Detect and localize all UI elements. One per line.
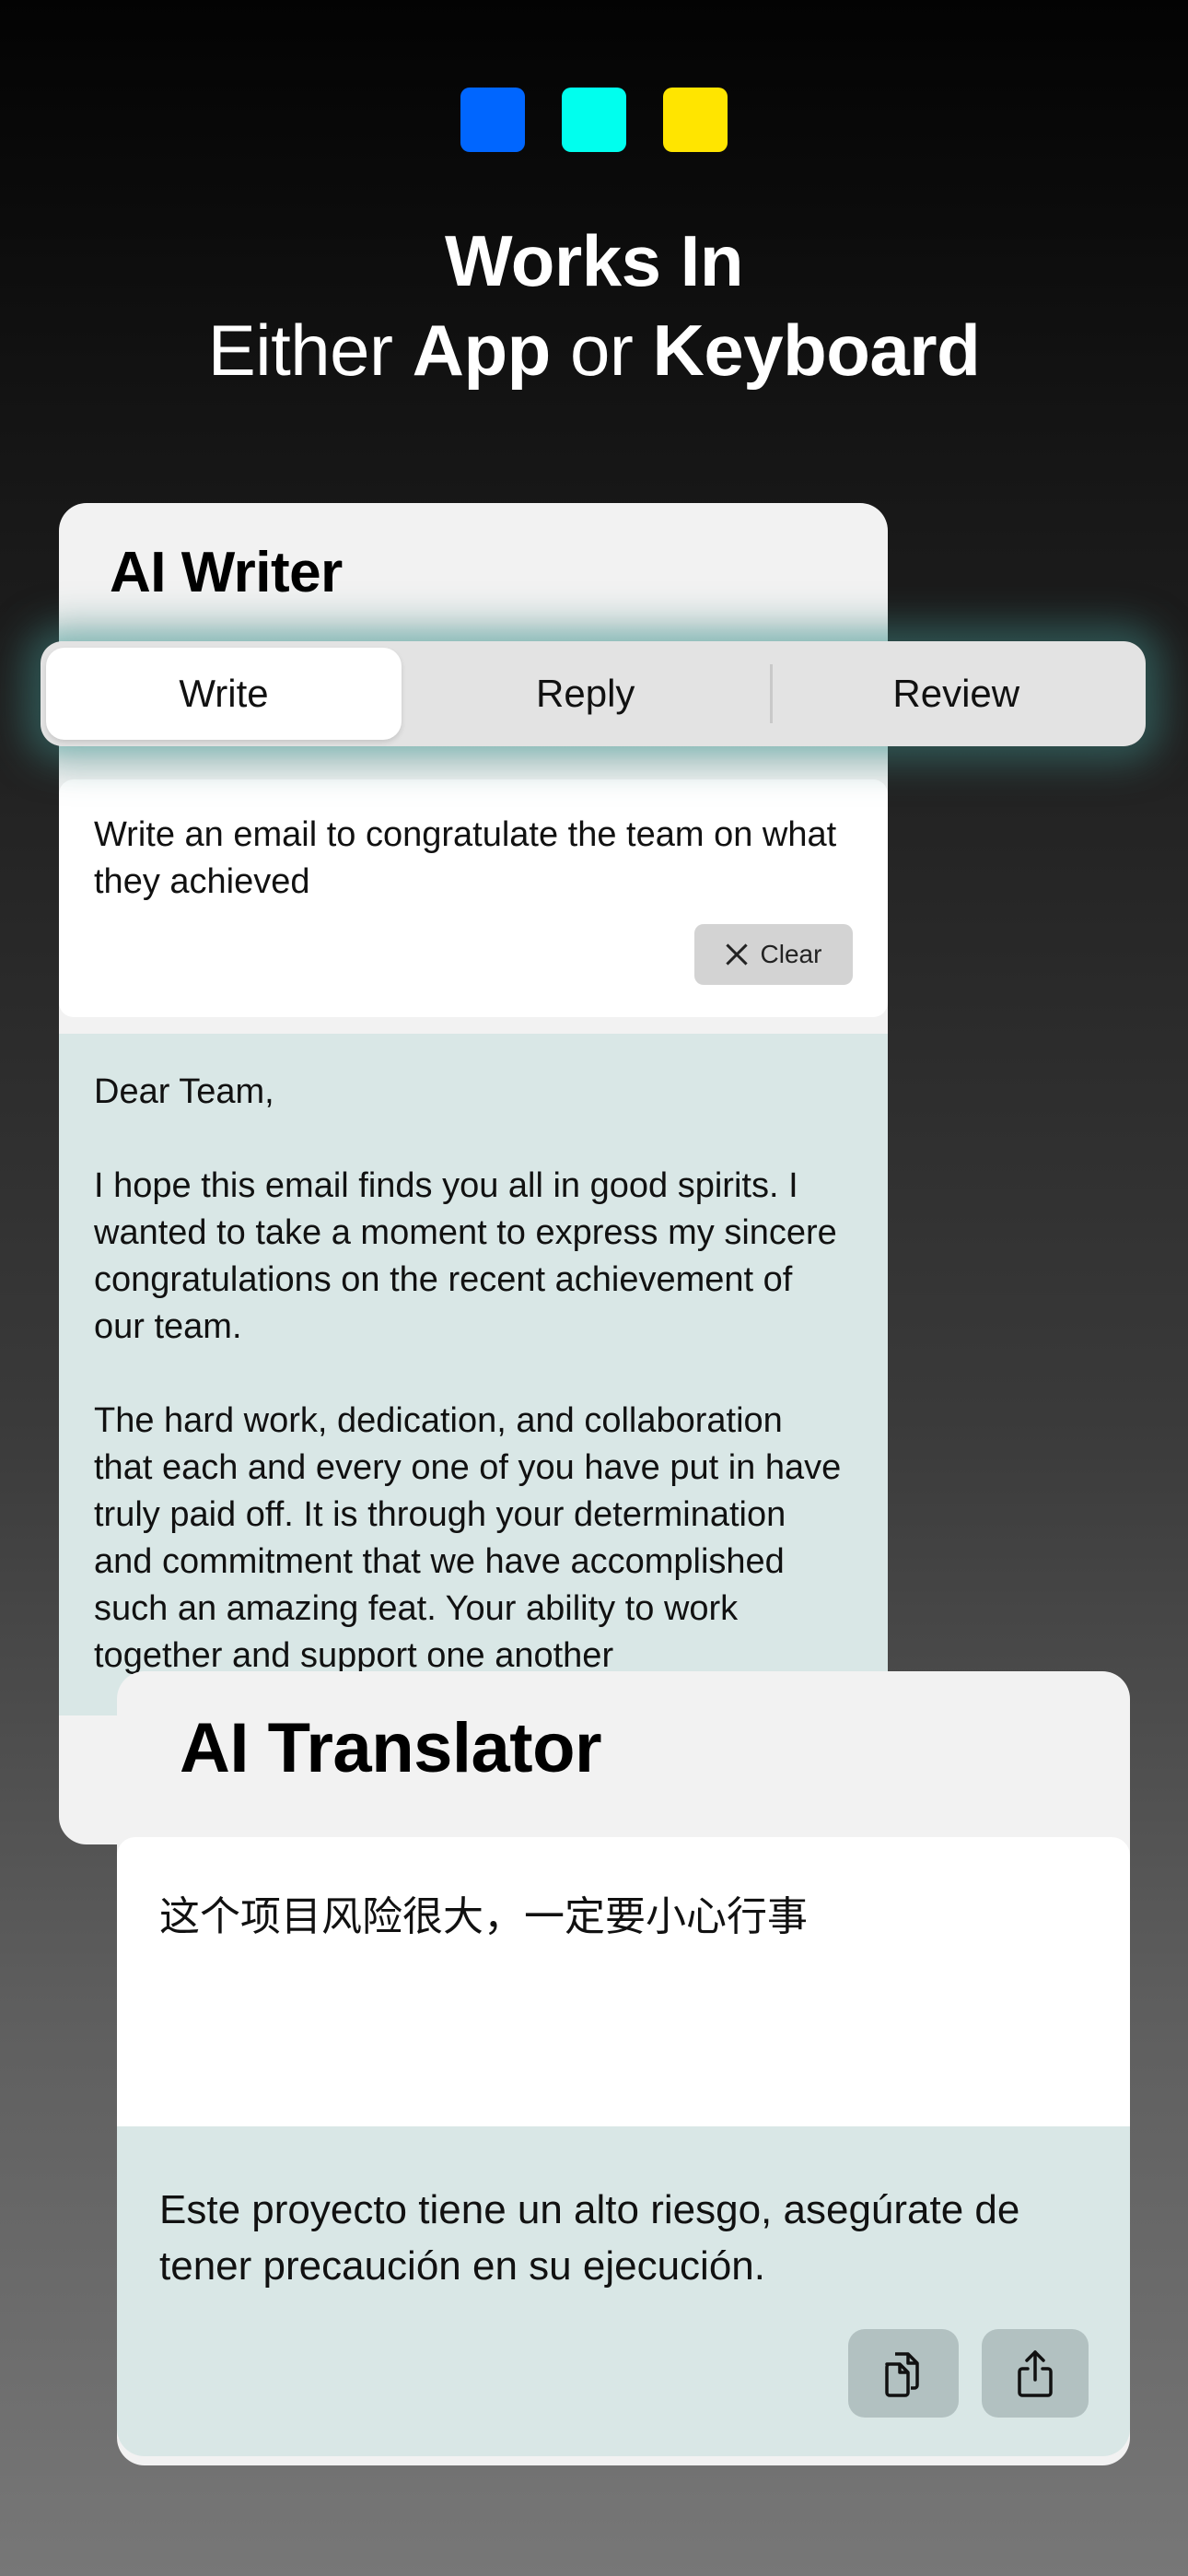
translation-text: Este proyecto tiene un alto riesgo, aseg… [159,2187,1020,2289]
yellow-swatch [663,88,728,152]
close-icon [726,943,748,966]
writer-output[interactable]: Dear Team, I hope this email finds you a… [59,1034,888,1715]
share-button[interactable] [982,2329,1089,2418]
cyan-swatch [562,88,626,152]
translation-output: Este proyecto tiene un alto riesgo, aseg… [117,2126,1130,2456]
source-text[interactable]: 这个项目风险很大，一定要小心行事 [159,1883,808,1942]
tab-write[interactable]: Write [46,648,402,740]
headline-word: or [550,310,653,391]
clear-prompt-button[interactable]: Clear [694,924,853,985]
translator-title: AI Translator [180,1709,602,1787]
prompt-input[interactable]: Write an email to congratulate the team … [59,779,888,1017]
tab-reply[interactable]: Reply [402,648,770,740]
share-icon [1018,2350,1053,2397]
prompt-text[interactable]: Write an email to congratulate the team … [94,812,849,906]
headline: Works In Either App or Keyboard [0,217,1188,395]
headline-word-app: App [412,310,552,391]
tab-review[interactable]: Review [773,648,1141,740]
clear-label: Clear [760,940,822,968]
writer-output-text: Dear Team, I hope this email finds you a… [94,1072,842,1675]
headline-word-keyboard: Keyboard [652,310,981,391]
copy-icon [885,2352,919,2397]
blue-swatch [460,88,525,152]
headline-line1: Works In [445,220,743,301]
writer-title: AI Writer [110,541,343,604]
headline-word: Either [207,310,413,391]
headline-line2: Either App or Keyboard [0,305,1188,395]
mode-segmented-control: Write Reply Review [41,641,1146,746]
color-swatches [0,88,1188,152]
copy-button[interactable] [848,2329,959,2418]
